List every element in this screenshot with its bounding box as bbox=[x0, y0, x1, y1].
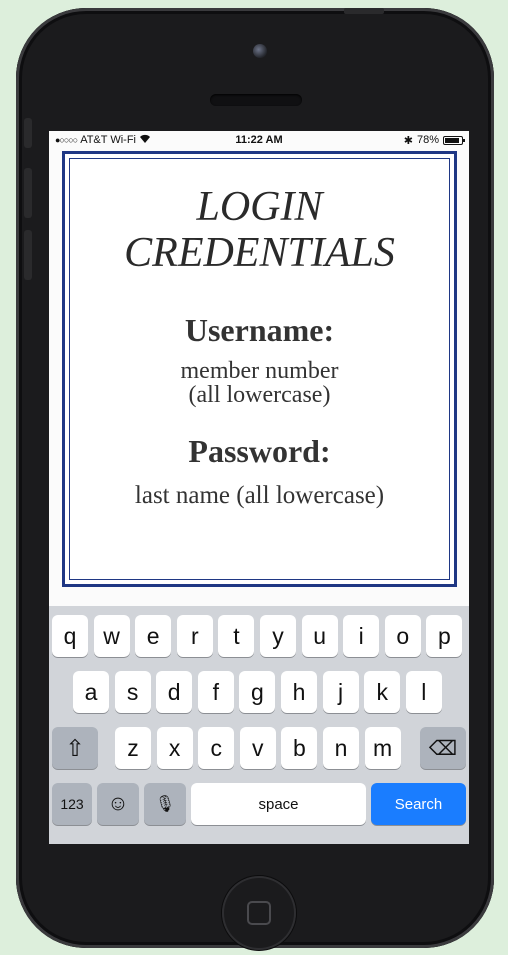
username-hint-line1: member number bbox=[180, 358, 339, 384]
key-h[interactable]: h bbox=[281, 671, 317, 713]
phone-screen: ●○○○○ AT&T Wi-Fi 11:22 AM ✱ 78% LOGIN CR… bbox=[49, 131, 469, 844]
emoji-key[interactable]: ☺ bbox=[97, 783, 139, 825]
password-label: Password: bbox=[188, 433, 331, 469]
status-time: 11:22 AM bbox=[235, 134, 283, 146]
key-r[interactable]: r bbox=[176, 615, 213, 657]
mute-switch bbox=[24, 118, 32, 148]
keyboard-row-4: 123 ☺ 🎙 space Search bbox=[49, 783, 469, 825]
home-button[interactable] bbox=[222, 876, 296, 950]
username-label: Username: bbox=[184, 312, 335, 348]
backspace-key[interactable]: ⌫ bbox=[420, 727, 466, 769]
key-v[interactable]: v bbox=[239, 727, 276, 769]
numbers-key[interactable]: 123 bbox=[52, 783, 92, 825]
key-i[interactable]: i bbox=[343, 615, 380, 657]
key-y[interactable]: y bbox=[260, 615, 296, 657]
username-hint: member number (all lowercase) bbox=[65, 359, 454, 407]
key-j[interactable]: j bbox=[322, 671, 359, 713]
key-f[interactable]: f bbox=[197, 671, 234, 713]
key-l[interactable]: l bbox=[405, 671, 442, 713]
card-title-line2: CREDENTIALS bbox=[124, 230, 395, 276]
power-button bbox=[344, 8, 384, 14]
battery-percent: 78% bbox=[416, 134, 439, 146]
signal-strength: ●○○○○ bbox=[55, 135, 78, 145]
battery-icon bbox=[443, 135, 465, 145]
status-bar: ●○○○○ AT&T Wi-Fi 11:22 AM ✱ 78% bbox=[49, 131, 469, 149]
earpiece-speaker bbox=[210, 94, 302, 106]
microphone-key[interactable]: 🎙 bbox=[144, 783, 186, 825]
keyboard-row-1: qwertyuiop bbox=[49, 615, 469, 657]
key-o[interactable]: o bbox=[384, 615, 421, 657]
carrier-name: AT&T Wi-Fi bbox=[80, 134, 136, 146]
key-b[interactable]: b bbox=[281, 727, 318, 769]
key-a[interactable]: a bbox=[73, 671, 109, 713]
shift-key[interactable]: ⇧ bbox=[52, 727, 98, 769]
username-hint-line2: (all lowercase) bbox=[188, 382, 331, 408]
key-u[interactable]: u bbox=[301, 615, 338, 657]
password-hint: last name (all lowercase) bbox=[134, 482, 385, 509]
card-title: LOGIN CREDENTIALS bbox=[65, 184, 454, 276]
key-c[interactable]: c bbox=[198, 727, 235, 769]
key-d[interactable]: d bbox=[156, 671, 193, 713]
key-x[interactable]: x bbox=[156, 727, 193, 769]
volume-down-button bbox=[24, 230, 32, 280]
login-credentials-card: LOGIN CREDENTIALS Username: member numbe… bbox=[62, 151, 457, 587]
wifi-icon bbox=[139, 134, 151, 147]
key-w[interactable]: w bbox=[93, 615, 130, 657]
keyboard: qwertyuiop asdfghjkl ⇧ ⌫ zxcvbnm 123 ☺ 🎙… bbox=[49, 606, 469, 844]
volume-up-button bbox=[24, 168, 32, 218]
home-square-icon bbox=[247, 901, 271, 925]
key-e[interactable]: e bbox=[135, 615, 172, 657]
keyboard-row-2: asdfghjkl bbox=[49, 671, 469, 713]
search-key[interactable]: Search bbox=[371, 783, 466, 825]
key-p[interactable]: p bbox=[426, 615, 463, 657]
bluetooth-icon: ✱ bbox=[403, 134, 413, 147]
key-m[interactable]: m bbox=[364, 727, 401, 769]
keyboard-row-3: ⇧ ⌫ zxcvbnm bbox=[49, 727, 469, 769]
key-z[interactable]: z bbox=[115, 727, 151, 769]
card-title-line1: LOGIN bbox=[196, 184, 323, 230]
space-key[interactable]: space bbox=[191, 783, 366, 825]
key-n[interactable]: n bbox=[323, 727, 359, 769]
key-t[interactable]: t bbox=[218, 615, 255, 657]
key-k[interactable]: k bbox=[364, 671, 401, 713]
key-q[interactable]: q bbox=[52, 615, 88, 657]
key-s[interactable]: s bbox=[114, 671, 151, 713]
front-camera bbox=[253, 44, 267, 58]
key-g[interactable]: g bbox=[239, 671, 276, 713]
